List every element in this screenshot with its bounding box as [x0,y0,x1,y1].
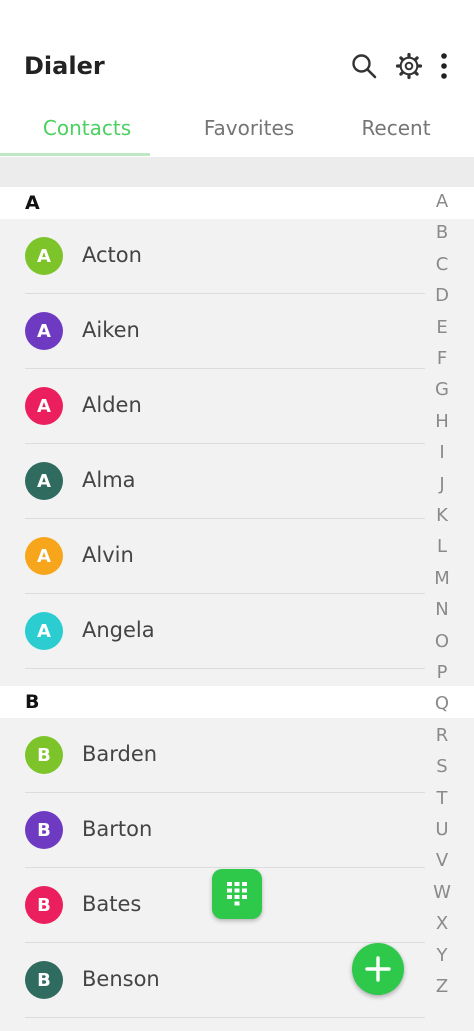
section-header-b: B [0,686,474,718]
alphabet-index-letter[interactable]: X [420,913,464,934]
plus-icon [365,956,391,982]
tab-indicator [0,153,150,156]
contact-name: Bates [82,892,142,916]
avatar: B [25,736,63,774]
app-bar: Dialer Contacts Favorites Recent [0,0,474,157]
alphabet-index-letter[interactable]: B [420,222,464,243]
tab-recent[interactable]: Recent [321,100,471,156]
tab-favorites[interactable]: Favorites [174,100,324,156]
alphabet-index-letter[interactable]: R [420,725,464,746]
contact-row[interactable]: A Alvin [0,519,425,594]
avatar: A [25,537,63,575]
avatar: A [25,462,63,500]
contact-row[interactable]: A Angela [0,594,425,669]
contact-name: Benson [82,967,160,991]
alphabet-index-letter[interactable]: N [420,599,464,620]
avatar: A [25,312,63,350]
alphabet-index-letter[interactable]: P [420,662,464,683]
alphabet-index-letter[interactable]: Y [420,945,464,966]
avatar: B [25,961,63,999]
contact-name: Barden [82,742,158,766]
alphabet-index-letter[interactable]: U [420,819,464,840]
alphabet-index-letter[interactable]: I [420,442,464,463]
settings-button[interactable] [393,50,425,82]
alphabet-index-letter[interactable]: V [420,850,464,871]
avatar: A [25,612,63,650]
alphabet-index[interactable]: ABCDEFGHIJKLMNOPQRSTUVWXYZ [420,187,464,1013]
alphabet-index-letter[interactable]: H [420,411,464,432]
contact-name: Aiken [82,318,140,342]
contact-row[interactable]: A Alden [0,369,425,444]
tab-bar: Contacts Favorites Recent [0,100,474,156]
contact-row[interactable]: A Alma [0,444,425,519]
divider [25,1017,425,1018]
tab-contacts[interactable]: Contacts [12,100,162,156]
section-letter: B [25,691,40,713]
alphabet-index-letter[interactable]: W [420,882,464,903]
search-icon [352,54,377,79]
contact-name: Angela [82,618,155,642]
gear-icon [395,52,423,80]
contact-name: Alma [82,468,136,492]
page-title: Dialer [24,52,105,80]
avatar: A [25,237,63,275]
alphabet-index-letter[interactable]: Z [420,976,464,997]
avatar: B [25,811,63,849]
alphabet-index-letter[interactable]: J [420,474,464,495]
alphabet-index-letter[interactable]: T [420,788,464,809]
alphabet-index-letter[interactable]: O [420,631,464,652]
more-vert-icon [441,53,447,79]
avatar: B [25,886,63,924]
spacer [0,157,474,187]
more-options-button[interactable] [428,50,460,82]
contact-name: Alden [82,393,142,417]
contact-row[interactable]: A Aiken [0,294,425,369]
avatar: A [25,387,63,425]
divider [25,668,425,669]
contact-row[interactable]: B Barden [0,718,425,793]
section-header-a: A [0,187,474,219]
contact-name: Acton [82,243,142,267]
alphabet-index-letter[interactable]: A [420,191,464,212]
alphabet-index-letter[interactable]: F [420,348,464,369]
alphabet-index-letter[interactable]: M [420,568,464,589]
alphabet-index-letter[interactable]: G [420,379,464,400]
alphabet-index-letter[interactable]: S [420,756,464,777]
alphabet-index-letter[interactable]: E [420,317,464,338]
dialpad-button[interactable] [212,869,262,919]
add-contact-button[interactable] [352,943,404,995]
section-letter: A [25,192,40,214]
alphabet-index-letter[interactable]: Q [420,693,464,714]
alphabet-index-letter[interactable]: D [420,285,464,306]
alphabet-index-letter[interactable]: C [420,254,464,275]
contact-name: Alvin [82,543,134,567]
contact-row[interactable]: B Barton [0,793,425,868]
contact-name: Barton [82,817,153,841]
alphabet-index-letter[interactable]: L [420,536,464,557]
contact-row[interactable]: A Acton [0,219,425,294]
dialpad-icon [227,882,247,906]
alphabet-index-letter[interactable]: K [420,505,464,526]
search-button[interactable] [348,50,380,82]
